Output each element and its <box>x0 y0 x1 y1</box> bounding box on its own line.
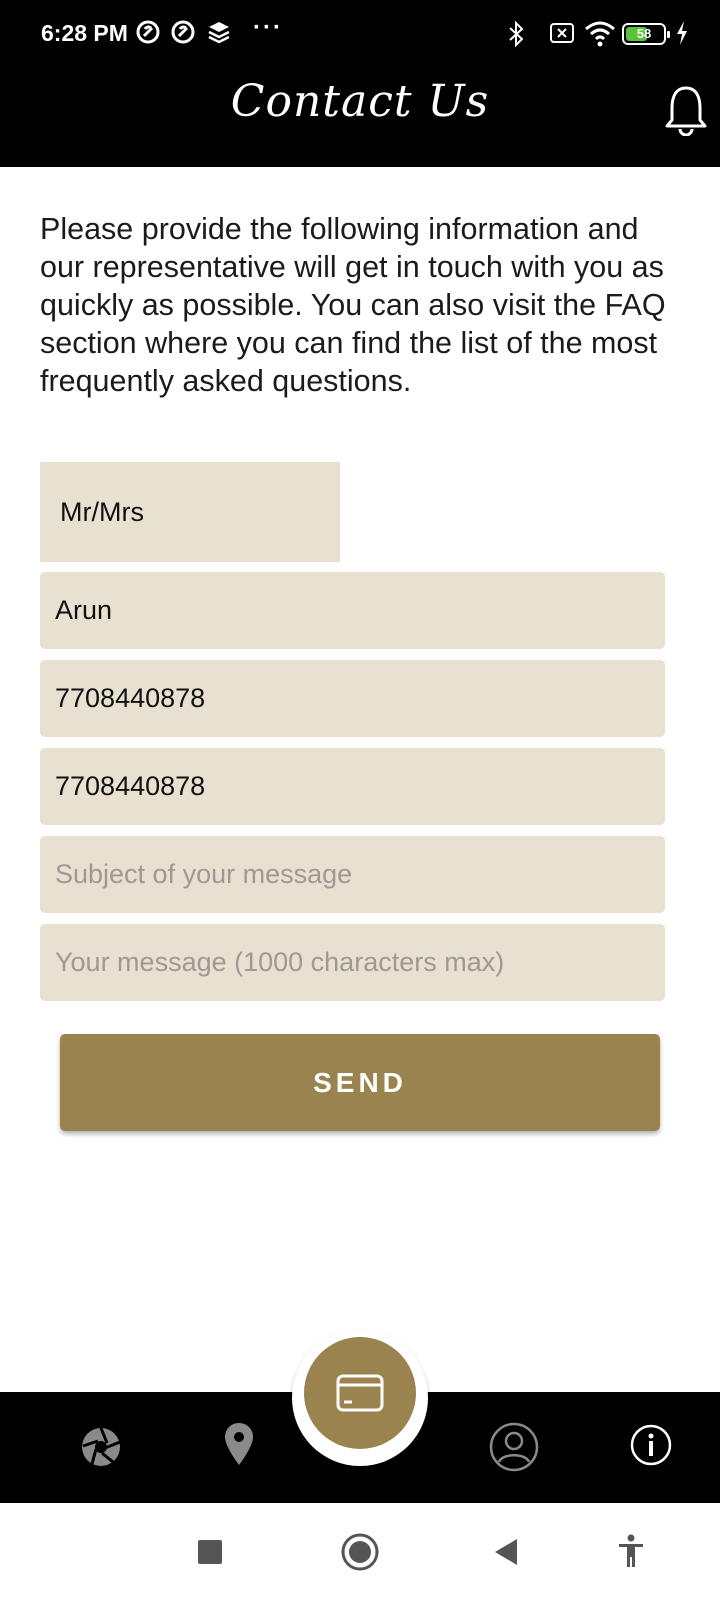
home-icon[interactable] <box>341 1533 379 1576</box>
notification-app-icon <box>136 20 160 49</box>
status-bar: 6:28 PM ··· 58 <box>0 0 720 70</box>
wifi-icon <box>584 20 616 53</box>
name-field[interactable]: Arun <box>40 572 665 649</box>
subject-field[interactable]: Subject of your message <box>40 836 665 913</box>
status-time: 6:28 PM <box>41 20 128 46</box>
info-icon[interactable] <box>630 1424 672 1471</box>
bluetooth-icon <box>506 20 526 53</box>
notification-app-icon <box>171 20 195 49</box>
back-icon[interactable] <box>493 1537 519 1572</box>
card-button[interactable] <box>304 1337 416 1449</box>
page-title: Contact Us <box>230 76 490 127</box>
phone-field[interactable]: 7708440878 <box>40 660 665 737</box>
bell-icon[interactable] <box>664 84 708 141</box>
camera-shutter-icon[interactable] <box>80 1426 122 1473</box>
no-sim-icon <box>549 20 575 51</box>
accessibility-icon[interactable] <box>617 1534 645 1573</box>
send-button[interactable]: SEND <box>60 1034 660 1131</box>
top-bar: 6:28 PM ··· 58 Contact Us <box>0 0 720 167</box>
message-field[interactable]: Your message (1000 characters max) <box>40 924 665 1001</box>
profile-icon[interactable] <box>489 1422 539 1477</box>
battery-icon: 58 <box>622 23 670 45</box>
card-icon <box>336 1374 384 1412</box>
battery-level: 58 <box>636 26 652 41</box>
title-select[interactable]: Mr/Mrs <box>40 462 340 562</box>
location-pin-icon[interactable] <box>224 1422 254 1471</box>
recents-icon[interactable] <box>197 1539 223 1570</box>
intro-text: Please provide the following information… <box>40 212 666 398</box>
layers-icon <box>207 20 231 49</box>
system-nav <box>0 1503 720 1600</box>
phone-confirm-field[interactable]: 7708440878 <box>40 748 665 825</box>
charging-icon <box>675 20 689 51</box>
battery-nub <box>667 31 670 38</box>
status-overflow-dots: ··· <box>253 14 283 41</box>
